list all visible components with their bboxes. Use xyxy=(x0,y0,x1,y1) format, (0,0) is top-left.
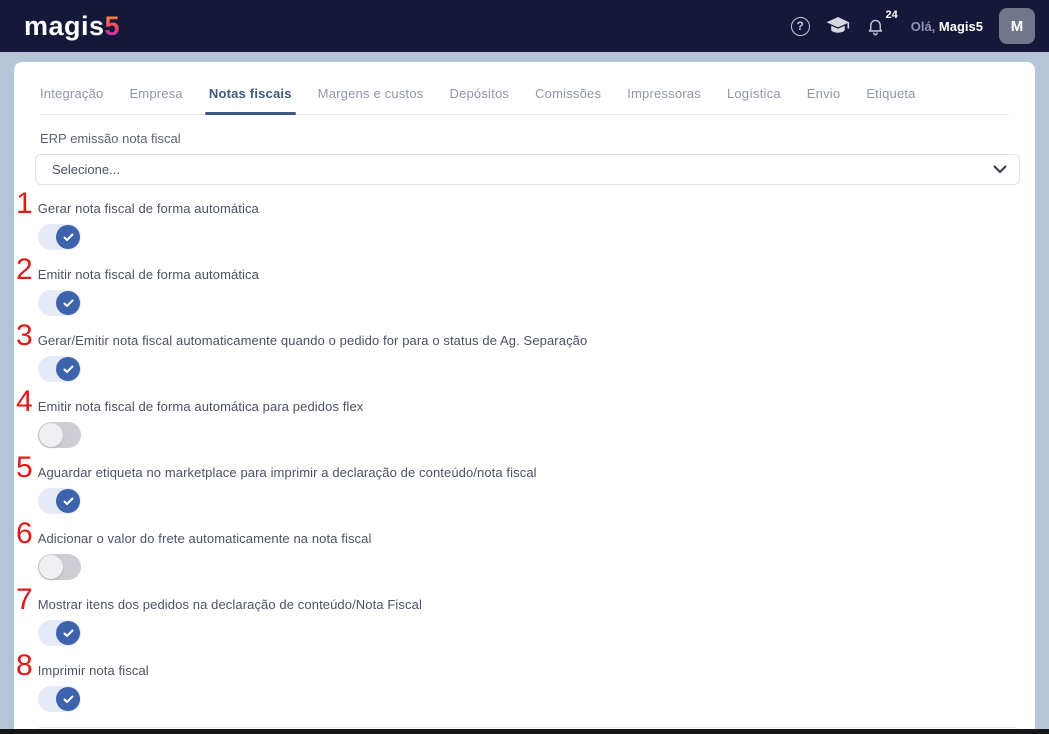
tab-depositos[interactable]: Depósitos xyxy=(449,86,509,114)
top-bar: magis 5 ? 24 Olá, Magis5 M xyxy=(0,0,1049,52)
tab-logistica[interactable]: Logística xyxy=(727,86,781,114)
magis5-logo[interactable]: magis 5 xyxy=(24,11,120,42)
check-icon xyxy=(63,629,73,637)
settings-card: Integração Empresa Notas fiscais Margens e … xyxy=(14,62,1035,734)
setting-number: 4 xyxy=(16,385,33,418)
tab-comissoes[interactable]: Comissões xyxy=(535,86,601,114)
setting-toggle-6[interactable] xyxy=(38,554,81,580)
check-icon xyxy=(63,233,73,241)
tab-margens-e-custos[interactable]: Margens e custos xyxy=(318,86,424,114)
setting-number: 7 xyxy=(16,583,33,616)
erp-select-value: Selecione... xyxy=(52,162,120,177)
logo-text: magis xyxy=(24,10,105,41)
notifications-button[interactable]: 24 xyxy=(866,9,898,36)
setting-item-1: 1 Gerar nota fiscal de forma automática xyxy=(16,189,1035,255)
bell-icon xyxy=(868,19,882,36)
tab-etiqueta[interactable]: Etiqueta xyxy=(866,86,915,114)
settings-tab-bar: Integração Empresa Notas fiscais Margens e … xyxy=(40,62,1009,115)
graduation-cap-icon xyxy=(826,17,849,33)
setting-number: 8 xyxy=(16,649,33,682)
check-icon xyxy=(63,299,73,307)
tab-integracao[interactable]: Integração xyxy=(40,86,103,114)
setting-item-4: 4 Emitir nota fiscal de forma automática… xyxy=(16,387,1035,453)
setting-item-7: 7 Mostrar itens dos pedidos na declaraçã… xyxy=(16,585,1035,651)
setting-number: 6 xyxy=(16,517,33,550)
setting-number: 1 xyxy=(16,187,33,220)
setting-label: Imprimir nota fiscal xyxy=(37,663,149,678)
check-icon xyxy=(63,365,73,373)
setting-label: Gerar/Emitir nota fiscal automaticamente… xyxy=(37,333,588,348)
avatar[interactable]: M xyxy=(999,8,1035,44)
erp-select-label: ERP emissão nota fiscal xyxy=(40,131,181,146)
setting-item-3: 3 Gerar/Emitir nota fiscal automaticamen… xyxy=(16,321,1035,387)
tab-impressoras[interactable]: Impressoras xyxy=(627,86,701,114)
topbar-actions: ? 24 Olá, Magis5 M xyxy=(790,8,1035,44)
settings-toggle-list: 1 Gerar nota fiscal de forma automática … xyxy=(14,185,1035,717)
logo-accent-5: 5 xyxy=(104,10,121,41)
setting-item-6: 6 Adicionar o valor do frete automaticam… xyxy=(16,519,1035,585)
setting-toggle-2[interactable] xyxy=(38,290,81,316)
tab-empresa[interactable]: Empresa xyxy=(129,86,182,114)
check-icon xyxy=(63,497,73,505)
tab-notas-fiscais[interactable]: Notas fiscais xyxy=(204,86,296,115)
setting-toggle-8[interactable] xyxy=(38,686,81,712)
setting-number: 2 xyxy=(16,253,33,286)
setting-number: 3 xyxy=(16,319,33,352)
setting-label: Mostrar itens dos pedidos na declaração … xyxy=(37,597,422,612)
check-icon xyxy=(63,695,73,703)
setting-toggle-5[interactable] xyxy=(38,488,81,514)
setting-label: Emitir nota fiscal de forma automática xyxy=(37,267,259,282)
setting-label: Emitir nota fiscal de forma automática p… xyxy=(37,399,364,414)
setting-label: Gerar nota fiscal de forma automática xyxy=(37,201,259,216)
setting-item-2: 2 Emitir nota fiscal de forma automática xyxy=(16,255,1035,321)
erp-select[interactable]: Selecione... xyxy=(35,154,1020,185)
user-greeting: Olá, Magis5 xyxy=(910,18,983,34)
setting-toggle-1[interactable] xyxy=(38,224,81,250)
setting-item-8: 8 Imprimir nota fiscal xyxy=(16,651,1035,717)
setting-number: 5 xyxy=(16,451,33,484)
setting-label: Adicionar o valor do frete automaticamen… xyxy=(37,531,372,546)
chevron-down-icon xyxy=(993,165,1007,173)
help-circle-icon: ? xyxy=(790,16,810,36)
user-name: Magis5 xyxy=(938,18,983,34)
setting-label: Aguardar etiqueta no marketplace para im… xyxy=(37,465,537,480)
academy-button[interactable] xyxy=(826,16,850,36)
setting-toggle-3[interactable] xyxy=(38,356,81,382)
help-button[interactable]: ? xyxy=(790,16,810,36)
setting-toggle-4[interactable] xyxy=(38,422,81,448)
setting-item-5: 5 Aguardar etiqueta no marketplace para … xyxy=(16,453,1035,519)
notification-count-badge: 24 xyxy=(885,9,898,21)
tab-envio[interactable]: Envio xyxy=(807,86,841,114)
setting-toggle-7[interactable] xyxy=(38,620,81,646)
window-bottom-edge xyxy=(0,729,1049,734)
